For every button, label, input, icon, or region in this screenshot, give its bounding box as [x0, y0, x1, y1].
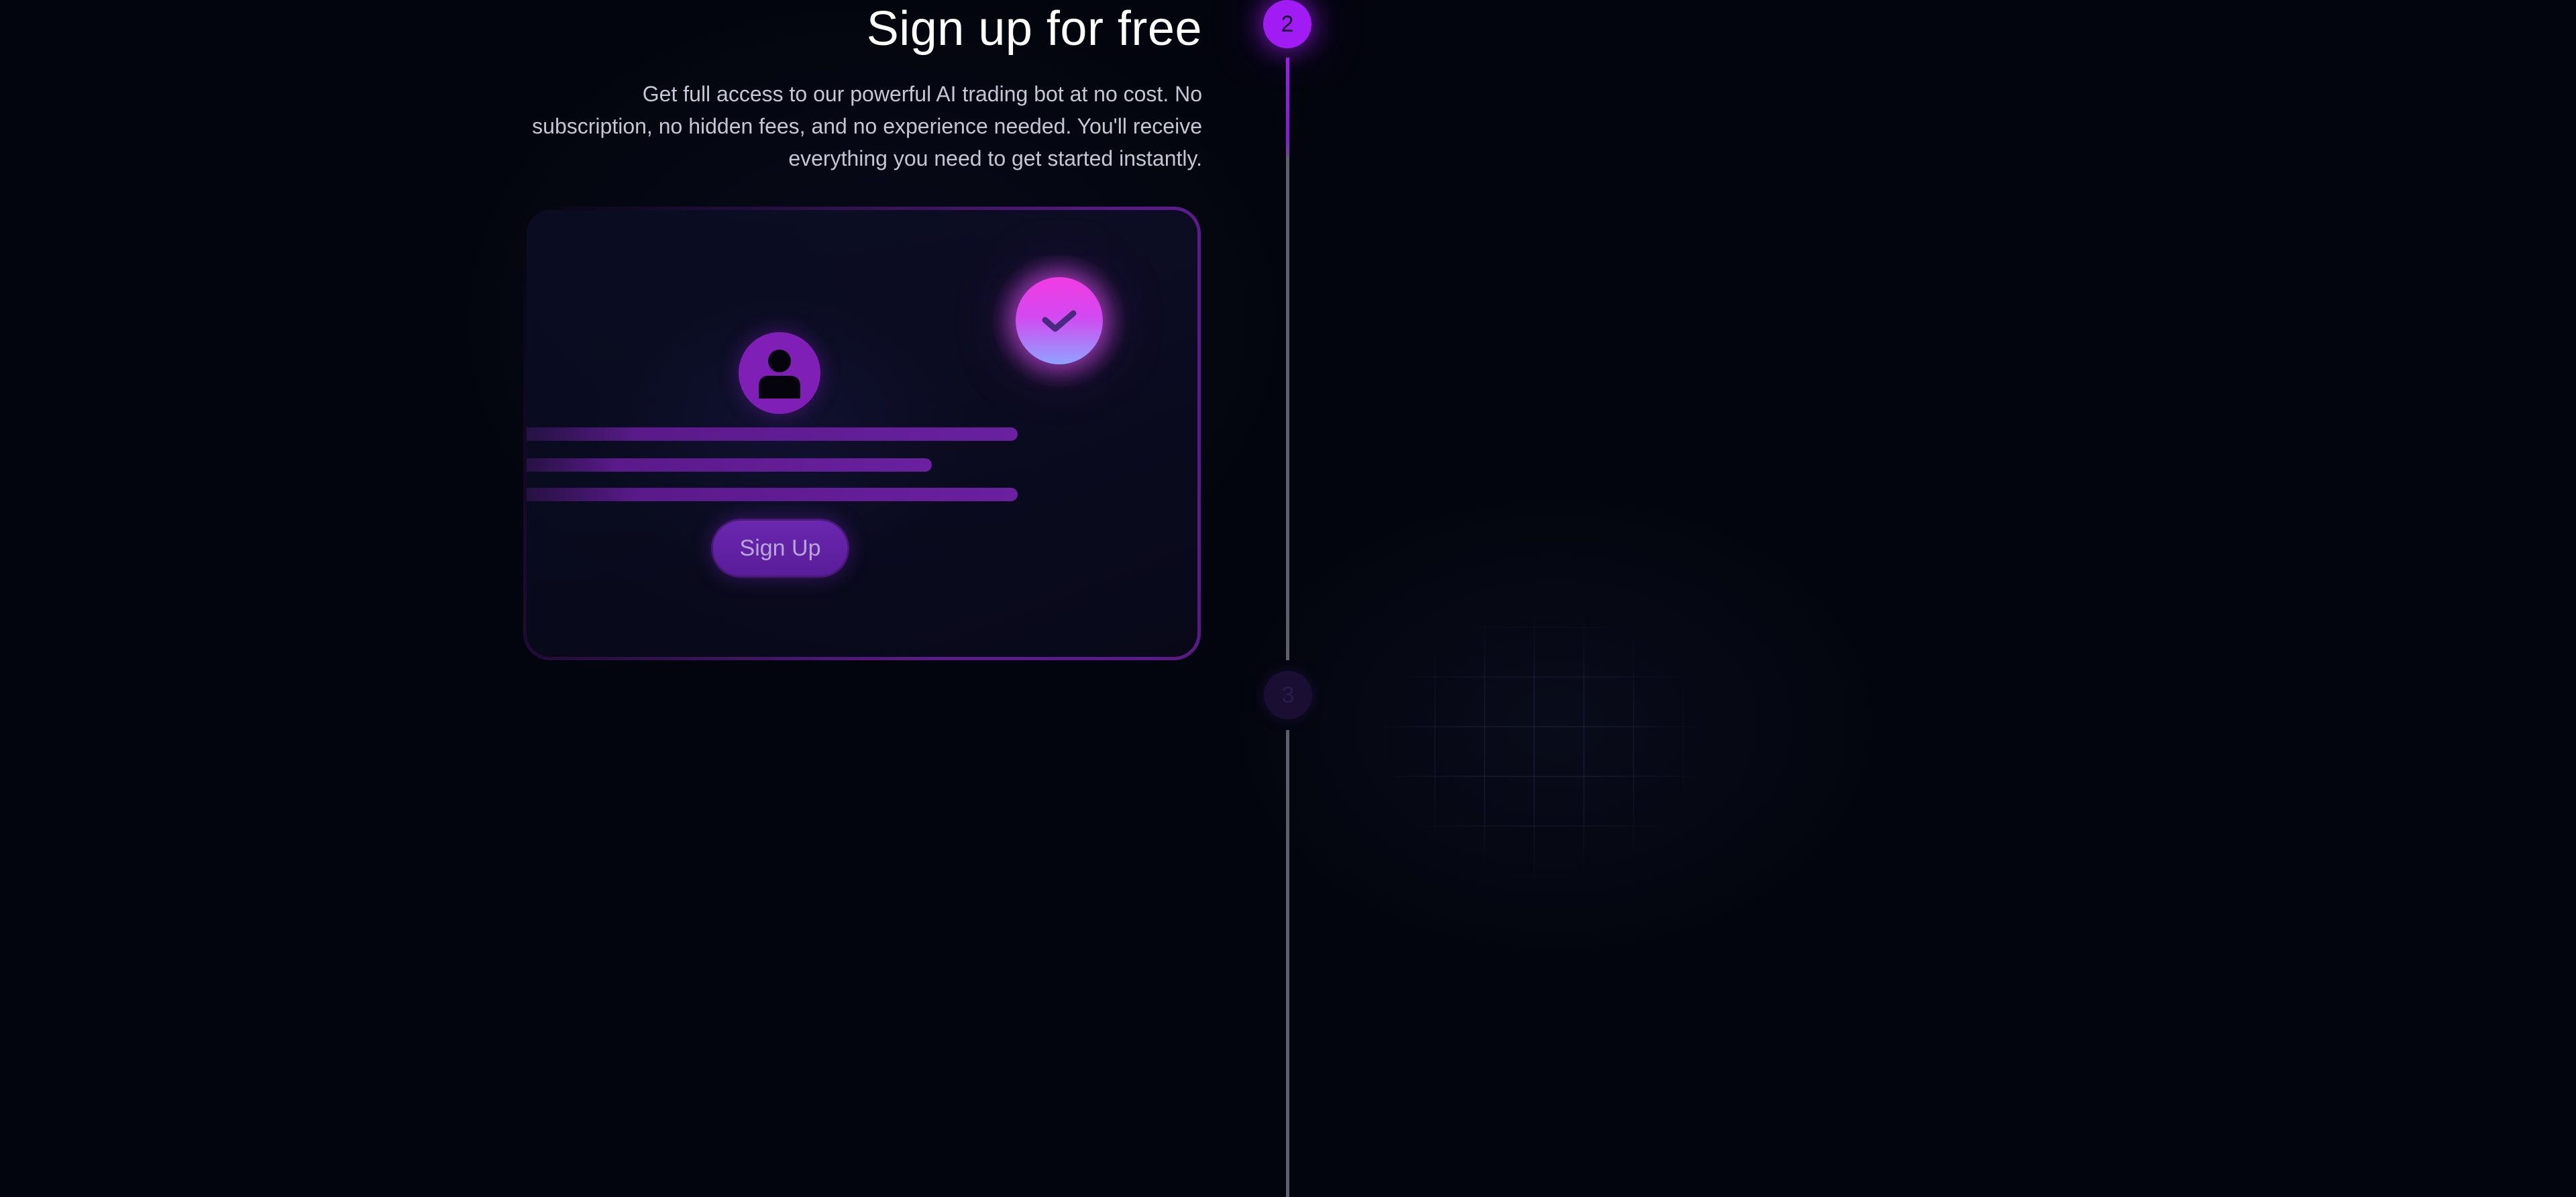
- step-description: Get full access to our powerful AI tradi…: [532, 82, 1202, 170]
- timeline-progress: [1286, 58, 1289, 156]
- timeline-track: [1286, 730, 1289, 1197]
- form-field-placeholder: [527, 458, 932, 472]
- user-icon: [759, 350, 800, 399]
- page: Sign up for free Get full access to our …: [0, 0, 2576, 1197]
- avatar: [739, 332, 820, 414]
- step-marker-next: 3: [1264, 671, 1312, 719]
- step-title: Sign up for free: [866, 2, 1202, 56]
- check-icon: [1042, 310, 1077, 332]
- signup-illustration-card: Sign Up: [523, 207, 1201, 660]
- step-marker-active: 2: [1263, 0, 1311, 48]
- form-field-placeholder: [527, 427, 1018, 441]
- check-badge: [1016, 277, 1103, 364]
- sign-up-button[interactable]: Sign Up: [711, 519, 849, 578]
- background-grid: [1335, 577, 1791, 953]
- form-field-placeholder: [527, 488, 1018, 501]
